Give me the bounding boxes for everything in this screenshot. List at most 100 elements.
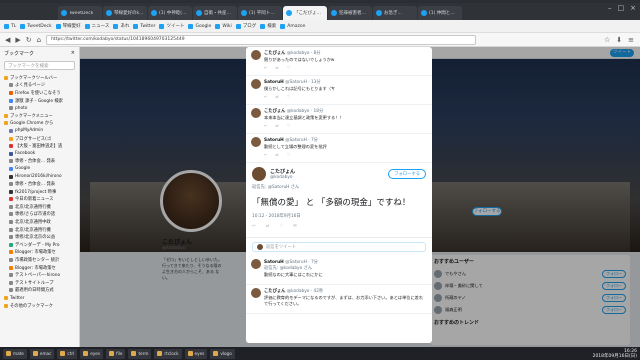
reply-icon[interactable]: ↩ xyxy=(264,152,275,157)
retweet-icon[interactable]: ⇄ xyxy=(275,152,286,157)
sidebar-bookmark-item[interactable]: Blogger: 市場政策セ xyxy=(0,249,79,257)
sidebar-bookmark-item[interactable]: Firefox を使いこなそう xyxy=(0,89,79,97)
retweet-icon[interactable]: ⇄ xyxy=(266,224,270,229)
sidebar-bookmark-item[interactable]: 北京/北京通用行機 xyxy=(0,203,79,211)
reply-author-name[interactable]: こたびょん xyxy=(264,289,285,294)
avatar[interactable] xyxy=(251,50,261,60)
taskbar-item[interactable]: mate xyxy=(3,348,27,359)
sidebar-bookmark-item[interactable]: 最適用の日時間方式 xyxy=(0,287,79,295)
bookmark-bar-item[interactable]: TweetDeck xyxy=(20,23,52,29)
sidebar-bookmark-item[interactable]: テストサイトループ xyxy=(0,279,79,287)
sidebar-bookmark-item[interactable]: 【大阪・富田林逃走】逃 xyxy=(0,142,79,150)
sidebar-bookmark-item[interactable]: テストペーパー-hirono xyxy=(0,271,79,279)
minimize-icon[interactable]: – xyxy=(608,4,612,12)
sidebar-bookmark-item[interactable]: デベンダーデ - My Pro xyxy=(0,241,79,249)
reply-icon[interactable]: ↩ xyxy=(264,280,275,281)
retweet-icon[interactable]: ⇄ xyxy=(275,280,286,281)
back-icon[interactable]: ◀ xyxy=(5,36,10,44)
sidebar-bookmark-item[interactable]: Blogger: 市場政策セ xyxy=(0,264,79,272)
avatar[interactable] xyxy=(251,259,261,269)
reply-tweet[interactable]: こたびょん @kodabyo · 8分 競りがあったのではないでしょうかw ↩⇄♡ xyxy=(246,47,432,76)
main-tweet-follow-button[interactable]: フォローする xyxy=(388,169,426,179)
retweet-icon[interactable]: ⇄ xyxy=(275,123,286,128)
taskbar-item[interactable]: ctrl xyxy=(57,348,78,359)
retweet-icon[interactable]: ⇄ xyxy=(275,309,286,310)
bookmark-bar-item[interactable]: ブログ xyxy=(235,23,256,29)
download-icon[interactable]: ⬇ xyxy=(616,36,622,44)
bookmark-bar-item[interactable]: ニュース xyxy=(84,23,109,29)
reply-icon[interactable]: ↩ xyxy=(264,123,275,128)
menu-icon[interactable]: ≡ xyxy=(628,36,634,44)
browser-tab[interactable]: 自衛・共産党投票セン xyxy=(193,6,237,20)
sidebar-bookmark-item[interactable]: Hironori2016ki/hirono xyxy=(0,173,79,181)
browser-tab[interactable]: TweetDeck xyxy=(58,6,102,20)
sidebar-bookmark-item[interactable]: 専修・合体会… 発表 xyxy=(0,180,79,188)
taskbar-item[interactable]: emac xyxy=(29,348,55,359)
bookmark-bar-item[interactable]: あれ xyxy=(113,23,129,29)
avatar[interactable] xyxy=(251,79,261,89)
sidebar-bookmark-item[interactable]: 専修/北京北京の公益 xyxy=(0,233,79,241)
browser-tab[interactable]: 「こだびょん」さんのツイート xyxy=(283,6,327,20)
taskbar-item[interactable]: file xyxy=(106,348,126,359)
sidebar-search-input[interactable]: ブックマークを検索 xyxy=(4,61,75,70)
sidebar-bookmark-item[interactable]: Facebook xyxy=(0,150,79,158)
home-icon[interactable]: ⌂ xyxy=(37,36,41,44)
reply-tweet[interactable]: こたびょん @kodabyo · 18分 本来本当に達立基調と政策を変更する！！ ↩… xyxy=(246,105,432,134)
taskbar-item[interactable]: term xyxy=(128,348,152,359)
maximize-icon[interactable]: □ xyxy=(618,4,625,12)
bookmark-bar-item[interactable]: TL xyxy=(4,23,16,29)
reply-author-name[interactable]: こたびょん xyxy=(264,51,285,56)
star-icon[interactable]: ☆ xyxy=(604,36,610,44)
forward-icon[interactable]: ▶ xyxy=(15,36,20,44)
taskbar-item[interactable]: vlogo xyxy=(210,348,235,359)
avatar[interactable] xyxy=(251,137,261,147)
sidebar-bookmark-item[interactable]: 北京/北京通用行機 xyxy=(0,226,79,234)
retweet-icon[interactable]: ⇄ xyxy=(275,94,286,99)
url-bar[interactable]: https://twitter.com/kodabyo/status/10418… xyxy=(46,34,477,45)
main-tweet-time[interactable]: 10:12 - 2018年9月16日 xyxy=(252,213,426,219)
sidebar-bookmark-item[interactable]: ブックマークメニュー xyxy=(0,112,79,120)
sidebar-bookmark-item[interactable]: Google xyxy=(0,165,79,173)
browser-tab[interactable]: お急ぎ… xyxy=(373,6,417,20)
retweet-icon[interactable]: ⇄ xyxy=(275,65,286,70)
sidebar-bookmark-item[interactable]: 専修/さらば市道の話 xyxy=(0,211,79,219)
reply-icon[interactable]: ↩ xyxy=(252,224,256,229)
browser-tab[interactable]: 犯罪被害者… xyxy=(328,6,372,20)
reply-input[interactable]: 返信をツイート xyxy=(252,242,426,252)
like-icon[interactable]: ♡ xyxy=(287,152,299,157)
bookmark-bar-item[interactable]: Wiki xyxy=(215,23,232,29)
like-icon[interactable]: ♡ xyxy=(287,94,299,99)
bookmark-bar-item[interactable]: Amazon xyxy=(280,23,305,29)
sidebar-bookmark-item[interactable]: ブックマークツールバー xyxy=(0,74,79,82)
bookmark-bar-item[interactable]: 検索 xyxy=(260,23,276,29)
like-icon[interactable]: ♡ xyxy=(287,65,299,70)
reply-icon[interactable]: ↩ xyxy=(264,65,275,70)
sidebar-bookmark-item[interactable]: fk2017/project 時事 xyxy=(0,188,79,196)
sidebar-bookmark-item[interactable]: ブログサービス(ゴ xyxy=(0,135,79,143)
main-tweet-avatar[interactable] xyxy=(252,167,266,181)
reply-author-name[interactable]: SatoruH xyxy=(264,80,284,85)
reply-author-name[interactable]: SatoruH xyxy=(264,138,284,143)
taskbar-clock[interactable]: 16:26 2018年09月16日(日) xyxy=(593,349,637,359)
reply-tweet[interactable]: SatoruH @SatoruH · 7分 勤続として立場の整理の変を批評 ↩⇄♡ xyxy=(246,134,432,163)
reload-icon[interactable]: ↻ xyxy=(26,36,32,44)
sidebar-bookmark-item[interactable]: 専修・合体会… 発表 xyxy=(0,158,79,166)
bookmark-bar-item[interactable]: Twitter xyxy=(133,23,155,29)
bookmark-bar-item[interactable]: ツイート xyxy=(159,23,184,29)
sidebar-bookmark-item[interactable]: 北京/北京通用中政 xyxy=(0,218,79,226)
taskbar-item[interactable]: eyes xyxy=(184,348,208,359)
sidebar-bookmark-item[interactable]: 市場政策センター 統計 xyxy=(0,256,79,264)
sidebar-bookmark-item[interactable]: よく見るページ xyxy=(0,82,79,90)
taskbar-item[interactable]: rtclock xyxy=(154,348,182,359)
sidebar-bookmark-item[interactable]: photo xyxy=(0,104,79,112)
like-icon[interactable]: ♡ xyxy=(287,123,299,128)
reply-tweet[interactable]: SatoruH @SatoruH · 7分 返信先: @kodabyo さん 勤続な… xyxy=(246,256,432,285)
bookmark-bar-item[interactable]: Google xyxy=(188,23,211,29)
reply-author-name[interactable]: こたびょん xyxy=(264,109,285,114)
taskbar-item[interactable]: eyes xyxy=(80,348,104,359)
sidebar-bookmark-item[interactable]: その他のブックマーク xyxy=(0,302,79,310)
avatar[interactable] xyxy=(251,108,261,118)
reply-tweet[interactable]: SatoruH @SatoruH · 13分 僕らかしこれは記号にもとります（ㄘ ↩… xyxy=(246,76,432,105)
sidebar-bookmark-item[interactable]: Twitter xyxy=(0,294,79,302)
like-icon[interactable]: ♡ xyxy=(287,280,299,281)
